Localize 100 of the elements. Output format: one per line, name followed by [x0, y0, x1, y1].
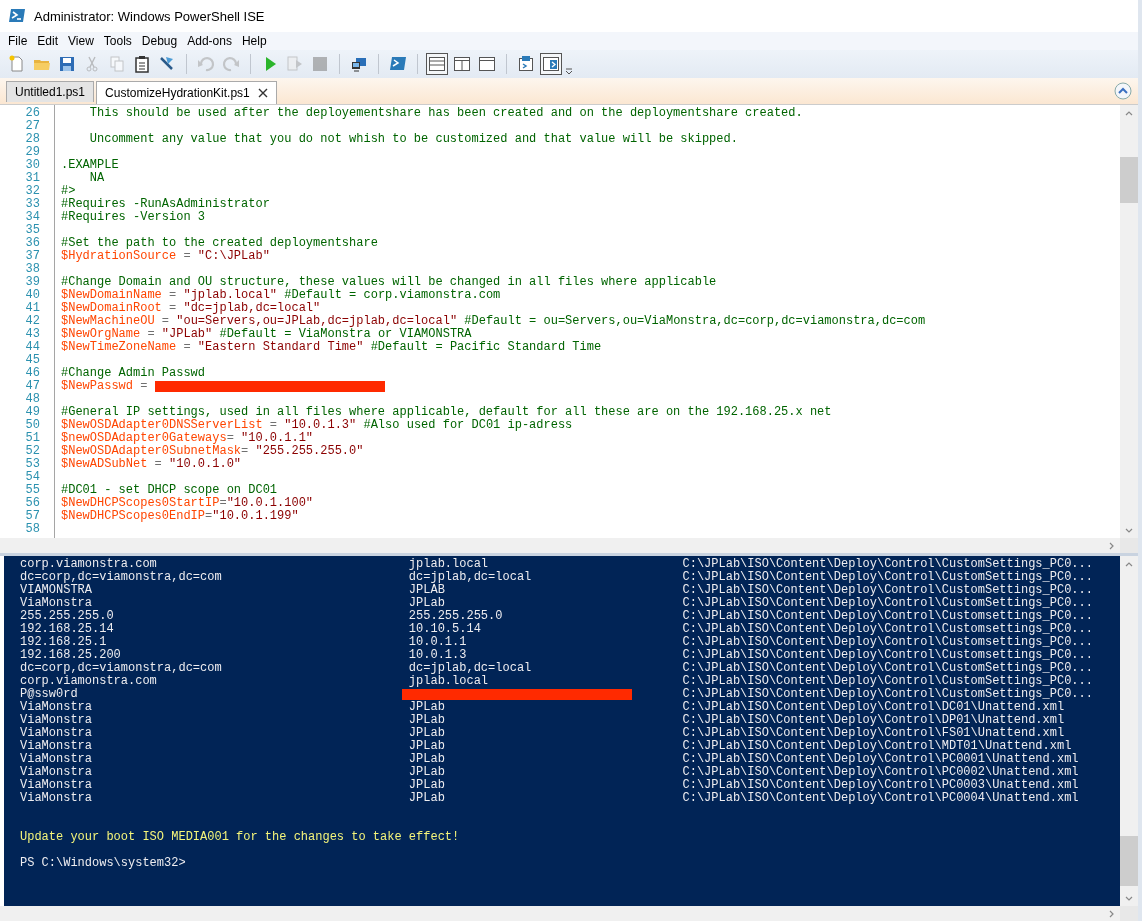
line-number: 38	[24, 263, 40, 276]
code-line: #Requires -Version 3	[61, 211, 206, 224]
console-text: corp.viamonstra.com	[20, 675, 157, 688]
horizontal-scrollbar[interactable]	[0, 538, 1138, 553]
console-text: jplab.local	[408, 675, 489, 688]
console-text: 10.0.1.1	[408, 636, 467, 649]
console-text: C:\JPLab\ISO\Content\Deploy\Control\DP01\Unattend.xml	[682, 714, 1065, 727]
code-line: $NewPasswd =	[61, 380, 149, 393]
console-text: dc=jplab,dc=local	[408, 662, 532, 675]
console-text: JPLab	[408, 597, 445, 610]
console-text: C:\JPLab\ISO\Content\Deploy\Control\FS01\Unattend.xml	[682, 727, 1065, 740]
line-number: 47	[24, 380, 40, 393]
code-line: $NewMachineOU = "ou=Servers,ou=JPLab,dc=jplab,dc=local" #Default = ou=Servers,ou=ViaMonstra,dc=corp,dc=viamonstra,dc=com	[61, 315, 926, 328]
line-number: 37	[24, 250, 40, 263]
line-number: 33	[24, 198, 40, 211]
code-line: #Change Domain and OU structure, these values will be changed in all files where applicable	[61, 276, 717, 289]
code-line: Uncomment any value that you do not whish to be customized and that value will be skipped.	[88, 133, 738, 146]
overflow-icon[interactable]	[565, 67, 573, 75]
code-line: $NewOrgName = "JPLab" #Default = ViaMonstra or VIAMONSTRA	[61, 328, 472, 341]
console-text: C:\JPLab\ISO\Content\Deploy\Control\Customsettings_PC0...	[682, 649, 1093, 662]
code-line: $NewDHCPScopes0StartIP="10.0.1.100"	[61, 497, 314, 510]
line-number: 49	[24, 406, 40, 419]
line-number: 53	[24, 458, 40, 471]
console-text: C:\JPLab\ISO\Content\Deploy\Control\CustomSettings_PC0...	[682, 597, 1093, 610]
console-text: C:\JPLab\ISO\Content\Deploy\Control\CustomSettings_PC0...	[682, 584, 1093, 597]
line-number: 57	[24, 510, 40, 523]
scrollbar-thumb[interactable]	[1120, 836, 1138, 886]
menu-item[interactable]: Debug	[136, 33, 183, 49]
menu-item[interactable]: Edit	[32, 33, 64, 49]
code-line: #Change Admin Passwd	[61, 367, 206, 380]
console-text: 255.255.255.0	[408, 610, 503, 623]
code-line: $NewOSDAdapter0DNSServerList = "10.0.1.3" #Also used for DC01 ip-adress	[61, 419, 573, 432]
command-prompt[interactable]: PS C:\Windows\system32>	[20, 857, 186, 870]
console-text: JPLab	[408, 701, 445, 714]
code-line: $NewADSubNet = "10.0.1.0"	[61, 458, 242, 471]
console-text: ViaMonstra	[20, 597, 92, 610]
window-title: Administrator: Windows PowerShell ISE	[34, 8, 265, 24]
console-text: JPLAB	[408, 584, 445, 597]
line-number: 43	[24, 328, 40, 341]
line-number: 41	[24, 302, 40, 315]
console-text: ViaMonstra	[20, 740, 92, 753]
collapse-icon[interactable]	[1114, 82, 1132, 100]
line-number: 45	[24, 354, 40, 367]
scrollbar-corner	[1120, 538, 1138, 553]
close-icon[interactable]	[257, 88, 268, 98]
console-text: JPLab	[408, 753, 445, 766]
console-text: JPLab	[408, 779, 445, 792]
line-number: 44	[24, 341, 40, 354]
line-number: 54	[24, 471, 40, 484]
console-text: C:\JPLab\ISO\Content\Deploy\Control\CustomSettings_PC0...	[682, 688, 1093, 701]
tab[interactable]: Untitled1.ps1	[6, 81, 95, 102]
console-text: dc=jplab,dc=local	[408, 571, 532, 584]
menu-item[interactable]: File	[3, 33, 33, 49]
console-text: C:\JPLab\ISO\Content\Deploy\Control\CustomSettings_PC0...	[682, 675, 1093, 688]
console-text: C:\JPLab\ISO\Content\Deploy\Control\Customsettings_PC0...	[682, 610, 1093, 623]
horizontal-scrollbar[interactable]	[0, 906, 1138, 921]
console-text: P@ssw0rd	[20, 688, 78, 701]
pane-top-icon[interactable]	[426, 53, 448, 75]
line-number: 29	[24, 146, 40, 159]
console-text: jplab.local	[408, 558, 489, 571]
line-number: 27	[24, 120, 40, 133]
console-text: dc=corp,dc=viamonstra,dc=com	[20, 662, 222, 675]
scrollbar-thumb[interactable]	[1120, 157, 1138, 203]
menu-item[interactable]: View	[63, 33, 99, 49]
line-number: 58	[24, 523, 40, 536]
console-text: C:\JPLab\ISO\Content\Deploy\Control\DC01\Unattend.xml	[682, 701, 1065, 714]
console-text: ViaMonstra	[20, 714, 92, 727]
menu-item[interactable]: Help	[236, 33, 272, 49]
code-line: $NewTimeZoneName = "Eastern Standard Time" #Default = Pacific Standard Time	[61, 341, 602, 354]
tab[interactable]: CustomizeHydrationKit.ps1	[96, 81, 277, 104]
console-text: C:\JPLab\ISO\Content\Deploy\Control\CustomSettings_PC0...	[682, 662, 1093, 675]
code-line: NA	[88, 172, 105, 185]
console-text: C:\JPLab\ISO\Content\Deploy\Control\CustomSettings_PC0...	[682, 571, 1093, 584]
console-text: ViaMonstra	[20, 753, 92, 766]
vertical-scrollbar[interactable]	[1120, 556, 1138, 906]
vertical-scrollbar[interactable]	[1120, 105, 1138, 538]
line-number: 36	[24, 237, 40, 250]
code-line: $NewDomainRoot = "dc=jplab,dc=local"	[61, 302, 321, 315]
line-number: 50	[24, 419, 40, 432]
console-text: ViaMonstra	[20, 779, 92, 792]
line-number: 55	[24, 484, 40, 497]
warning-message: Update your boot ISO MEDIA001 for the changes to take effect!	[20, 831, 460, 844]
command-pane-icon[interactable]	[540, 53, 562, 75]
console-text: C:\JPLab\ISO\Content\Deploy\Control\PC0001\Unattend.xml	[682, 753, 1079, 766]
menu-item[interactable]: Add-ons	[182, 33, 237, 49]
console-text: C:\JPLab\ISO\Content\Deploy\Control\CustomSettings_PC0...	[682, 558, 1093, 571]
line-number: 51	[24, 432, 40, 445]
line-number: 56	[24, 497, 40, 510]
console-text: JPLab	[408, 727, 445, 740]
console-text: 10.10.5.14	[408, 623, 481, 636]
line-number: 48	[24, 393, 40, 406]
line-number: 46	[24, 367, 40, 380]
console-text: JPLab	[408, 714, 445, 727]
code-line: #>	[61, 185, 76, 198]
console-text: C:\JPLab\ISO\Content\Deploy\Control\PC0003\Unattend.xml	[682, 779, 1079, 792]
line-number: 28	[24, 133, 40, 146]
code-line: $newOSDAdapter0Gateways= "10.0.1.1"	[61, 432, 314, 445]
menu-item[interactable]: Tools	[98, 33, 137, 49]
console-text: 192.168.25.1	[20, 636, 107, 649]
console-text: C:\JPLab\ISO\Content\Deploy\Control\PC0002\Unattend.xml	[682, 766, 1079, 779]
